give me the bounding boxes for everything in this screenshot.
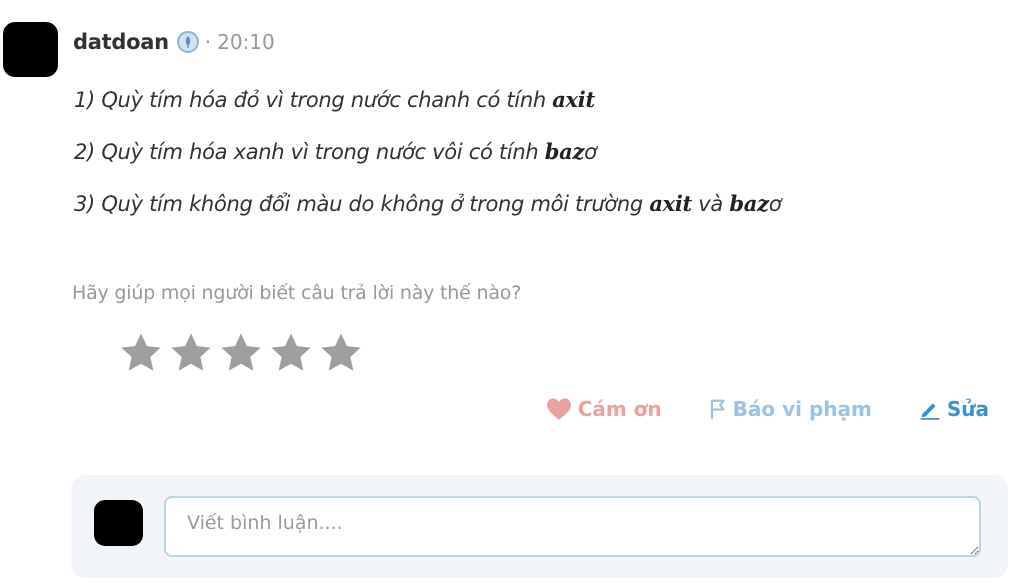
report-label: Báo vi phạm bbox=[732, 397, 872, 421]
leaf-badge-icon bbox=[176, 31, 199, 53]
answer-line-text: 1) Quỳ tím hóa đỏ vì trong nước chanh có… bbox=[74, 88, 553, 112]
answer-line-1: 1) Quỳ tím hóa đỏ vì trong nước chanh có… bbox=[74, 83, 781, 135]
star-icon[interactable] bbox=[168, 330, 214, 376]
header-separator: · bbox=[204, 30, 212, 54]
answer-line-3: 3) Quỳ tím không đổi màu do không ở tron… bbox=[74, 187, 782, 239]
current-user-avatar bbox=[94, 500, 143, 546]
edit-button[interactable]: Sửa bbox=[919, 397, 989, 421]
star-icon[interactable] bbox=[318, 330, 364, 376]
math-term: axit bbox=[649, 191, 692, 216]
flag-icon bbox=[710, 399, 725, 419]
post-time: 20:10 bbox=[217, 30, 275, 54]
thanks-label: Cám ơn bbox=[577, 397, 662, 421]
star-rating bbox=[118, 330, 364, 376]
math-term: axit bbox=[552, 87, 595, 112]
edit-label: Sửa bbox=[946, 397, 989, 421]
star-icon[interactable] bbox=[118, 330, 164, 376]
author-username[interactable]: datdoan bbox=[73, 30, 169, 54]
comment-box bbox=[71, 475, 1008, 578]
answer-actions: Cám ơn Báo vi phạm Sửa bbox=[546, 397, 989, 421]
answer-line-text: ơ bbox=[584, 140, 597, 164]
star-icon[interactable] bbox=[268, 330, 314, 376]
math-term: baz bbox=[729, 191, 769, 216]
rating-prompt: Hãy giúp mọi người biết câu trả lời này … bbox=[72, 282, 522, 304]
post-header: datdoan · 20:10 bbox=[73, 26, 275, 58]
author-avatar[interactable] bbox=[3, 22, 58, 77]
math-term: baz bbox=[544, 139, 585, 164]
answer-line-2: 2) Quỳ tím hóa xanh vì trong nước vôi có… bbox=[74, 135, 781, 187]
answer-line-text: 3) Quỳ tím không đổi màu do không ở tron… bbox=[74, 192, 650, 216]
answer-line-text: ơ bbox=[768, 192, 782, 216]
report-button[interactable]: Báo vi phạm bbox=[709, 397, 872, 421]
star-icon[interactable] bbox=[218, 330, 264, 376]
pencil-icon bbox=[920, 403, 940, 420]
answer-content: 1) Quỳ tím hóa đỏ vì trong nước chanh có… bbox=[74, 83, 782, 239]
thanks-button[interactable]: Cám ơn bbox=[546, 397, 662, 421]
answer-line-text: và bbox=[691, 192, 730, 216]
heart-icon bbox=[546, 398, 571, 420]
comment-input[interactable] bbox=[164, 496, 981, 557]
answer-line-text: 2) Quỳ tím hóa xanh vì trong nước vôi có… bbox=[74, 140, 545, 164]
